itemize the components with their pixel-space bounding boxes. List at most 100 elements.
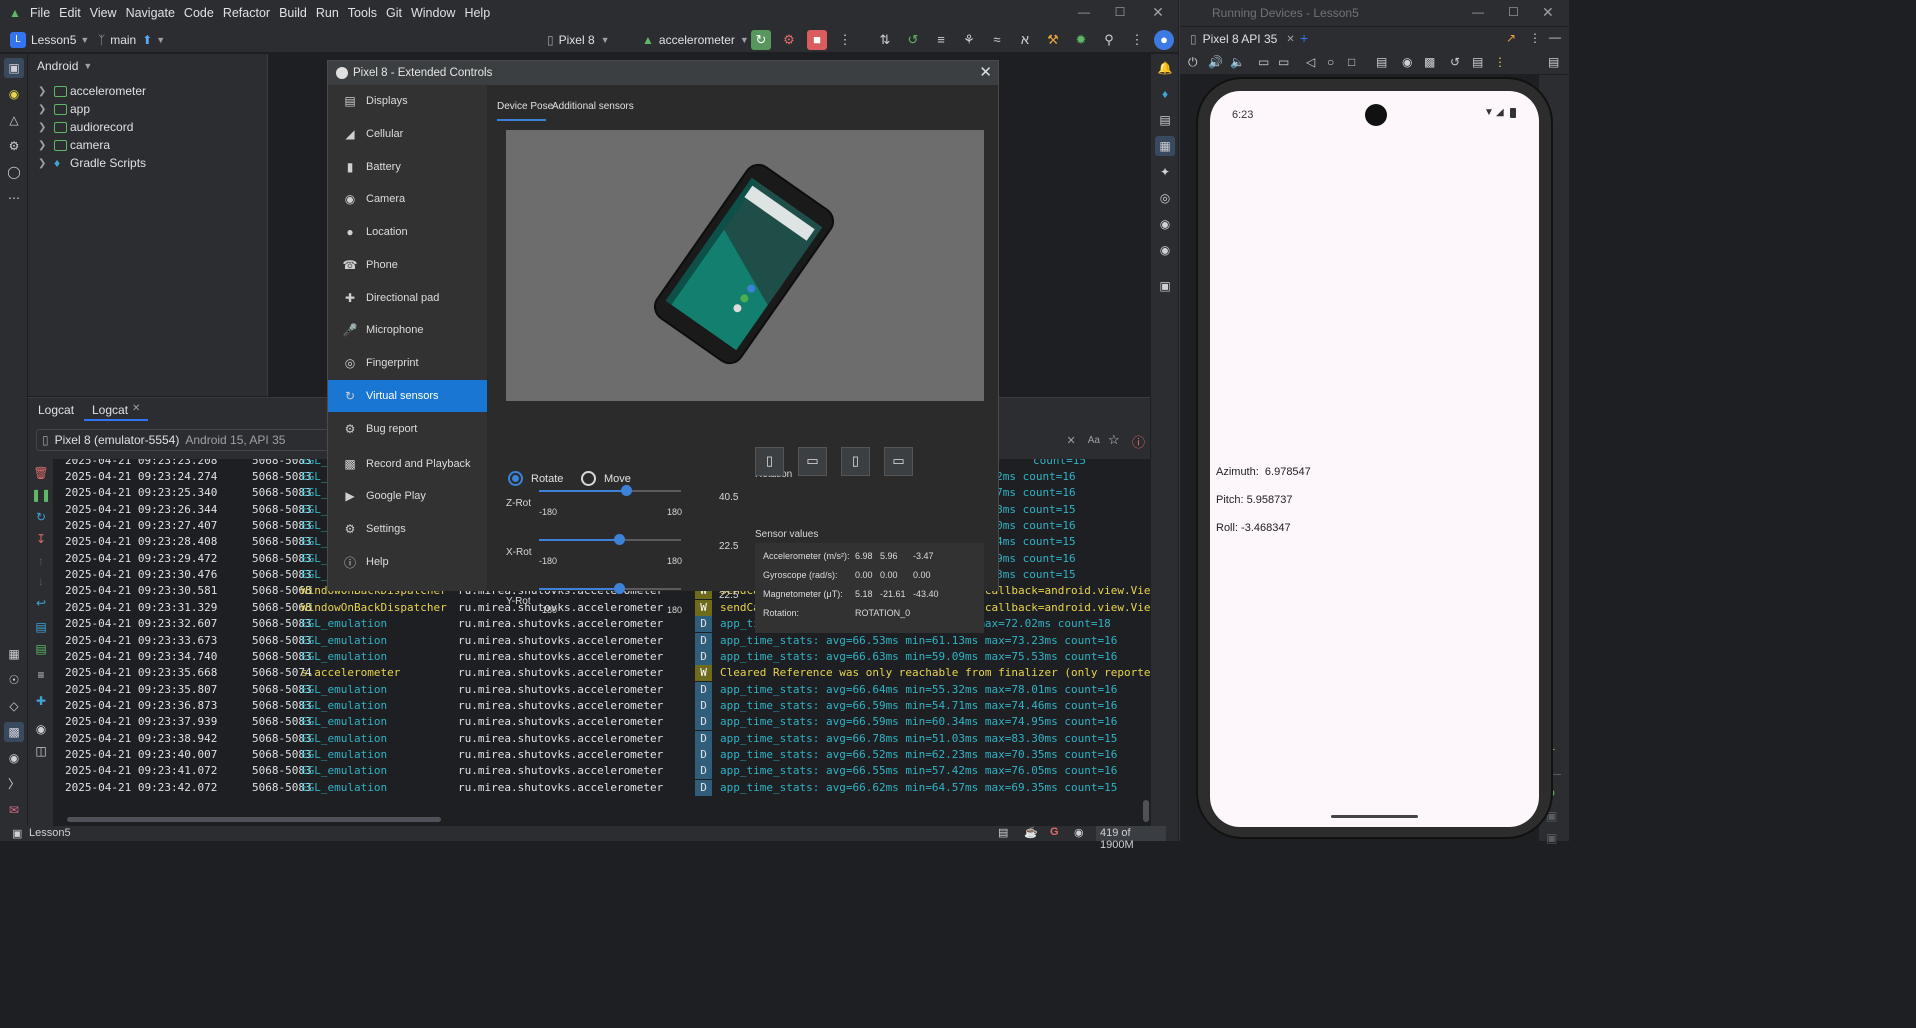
running-devices-icon[interactable]: ▦ (1155, 136, 1175, 156)
menu-tools[interactable]: Tools (348, 6, 377, 20)
menu-window[interactable]: Window (411, 6, 455, 20)
up-icon[interactable]: ↑ (31, 551, 51, 571)
sidebar-item-google-play[interactable]: ▶ Google Play (328, 480, 487, 512)
menu-git[interactable]: Git (386, 6, 402, 20)
chevron-right-icon[interactable]: ❯ (38, 104, 54, 115)
terminal-icon[interactable]: 〉 (4, 774, 24, 794)
ai-assistant-icon[interactable]: ✹ (1071, 30, 1091, 50)
screenshot-icon[interactable]: ◉ (31, 719, 51, 739)
menu-view[interactable]: View (90, 6, 117, 20)
help-icon[interactable]: ⓘ (1132, 432, 1145, 451)
status-coffee-icon[interactable]: ☕ (1024, 826, 1038, 839)
sidebar-item-camera[interactable]: ◉ Camera (328, 183, 487, 215)
menu-file[interactable]: File (30, 6, 50, 20)
record-icon[interactable]: ◫ (31, 741, 51, 761)
avatar[interactable]: ● (1154, 30, 1174, 50)
translate-icon[interactable]: א (1015, 30, 1035, 50)
memory-indicator[interactable]: 419 of 1900M (1096, 826, 1166, 851)
build-variants-icon[interactable]: ▦ (4, 644, 24, 664)
match-case-toggle[interactable]: Aa (1088, 435, 1100, 446)
sidebar-item-bug-report[interactable]: ⚙ Bug report (328, 413, 487, 445)
commit-icon[interactable]: ◉ (4, 84, 24, 104)
rerun-icon[interactable]: ↻ (751, 30, 771, 50)
menu-build[interactable]: Build (279, 6, 307, 20)
notifications-icon[interactable]: 🔔 (1155, 58, 1175, 78)
settings-more-icon[interactable]: ⋮ (1127, 30, 1147, 50)
apply-changes-icon[interactable]: ↺ (903, 30, 923, 50)
chevron-right-icon[interactable]: ❯ (38, 122, 54, 133)
menu-refactor[interactable]: Refactor (223, 6, 270, 20)
export-icon[interactable]: ▤ (31, 639, 51, 659)
tree-item-camera[interactable]: ❯ camera (38, 136, 110, 154)
minimize-icon[interactable]: — (1076, 5, 1092, 19)
scroll-end-icon[interactable]: ↧ (31, 529, 51, 549)
gemini-icon[interactable]: ◇ (4, 696, 24, 716)
camera-icon[interactable]: ◉ (4, 748, 24, 768)
tree-item-audiorecord[interactable]: ❯ audiorecord (38, 118, 133, 136)
toolbar-more-icon[interactable]: ⋮ (1494, 55, 1506, 69)
network-icon[interactable]: ◎ (1155, 188, 1175, 208)
tab-close-icon[interactable]: ✕ (1286, 34, 1294, 45)
device-manager-icon[interactable]: ≈ (987, 30, 1007, 50)
gradle-tool-icon[interactable]: ♦ (1155, 84, 1175, 104)
layout-inspector-icon[interactable]: ▣ (1155, 276, 1175, 296)
tree-item-accelerometer[interactable]: ❯ accelerometer (38, 82, 146, 100)
device-pose-view[interactable] (506, 130, 984, 401)
expand-icon[interactable]: ↗ (1506, 31, 1516, 45)
rotation-landscape-button[interactable]: ▭ (798, 447, 827, 476)
more-icon[interactable]: ⋮ (835, 30, 855, 50)
search-icon[interactable]: ⚲ (1099, 30, 1119, 50)
device-tab[interactable]: ▯ Pixel 8 API 35 ✕ (1190, 32, 1295, 46)
menu-code[interactable]: Code (184, 6, 214, 20)
reset-icon[interactable]: ↺ (1450, 55, 1460, 69)
debug-icon[interactable]: ⚙ (779, 30, 799, 50)
bug-icon[interactable]: ⚘ (959, 30, 979, 50)
format-icon[interactable]: ▤ (31, 617, 51, 637)
rotate-left-icon[interactable]: ▭ (1258, 55, 1269, 69)
sparkle-icon[interactable]: ✦ (1155, 162, 1175, 182)
slider-knob[interactable] (620, 485, 632, 496)
stop-icon[interactable]: ■ (807, 30, 827, 50)
tab-device-pose[interactable]: Device Pose (497, 101, 553, 112)
list-icon[interactable]: ≡ (31, 665, 51, 685)
profiler-icon[interactable]: ≡ (931, 30, 951, 50)
sidebar-item-phone[interactable]: ☎ Phone (328, 249, 487, 281)
back-icon[interactable]: ◁ (1306, 55, 1315, 69)
run-config-selector[interactable]: ▲ accelerometer ▼ (642, 31, 749, 49)
home-icon[interactable]: ○ (1327, 55, 1334, 69)
sidebar-item-help[interactable]: ⓘ Help (328, 546, 487, 578)
rotate-right-icon[interactable]: ▭ (1278, 55, 1289, 69)
logcat-icon[interactable]: ▩ (4, 722, 24, 742)
horizontal-scrollbar[interactable] (67, 817, 441, 822)
sidebar-item-microphone[interactable]: 🎤 Microphone (328, 314, 487, 346)
rotation-reverse-portrait-button[interactable]: ▯ (841, 447, 870, 476)
volume-down-icon[interactable]: 🔈 (1230, 55, 1245, 69)
sidebar-item-directional-pad[interactable]: ✚ Directional pad (328, 282, 487, 314)
menu-run[interactable]: Run (316, 6, 339, 20)
hide-icon[interactable]: — (1549, 30, 1561, 44)
google-icon[interactable]: G (1050, 826, 1059, 838)
close-icon[interactable]: ✕ (1542, 4, 1554, 21)
project-widget[interactable]: L Lesson5 ▼ (10, 31, 89, 49)
sidebar-item-record-and-playback[interactable]: ▩ Record and Playback (328, 448, 487, 480)
tab-logcat-title[interactable]: Logcat (38, 403, 74, 417)
tree-item-gradle-scripts[interactable]: ❯ ♦ Gradle Scripts (38, 154, 146, 172)
tab-logcat[interactable]: Logcat (92, 403, 128, 417)
github-icon[interactable]: ◯ (4, 162, 24, 182)
wifi-pairing-icon[interactable]: ▤ (1548, 55, 1559, 69)
eye-icon[interactable]: ◉ (1074, 826, 1084, 839)
down-icon[interactable]: ↓ (31, 571, 51, 591)
close-icon[interactable]: ✕ (1150, 4, 1166, 21)
resource-manager-icon[interactable]: △ (4, 110, 24, 130)
device-selector[interactable]: ▯ Pixel 8 ▼ (547, 31, 610, 49)
maximize-icon[interactable]: ☐ (1112, 5, 1128, 19)
clear-logcat-icon[interactable]: 🗑 (31, 463, 51, 483)
app-inspection-icon[interactable]: ☉ (4, 670, 24, 690)
device-screen[interactable]: 6:23 ▼ ◢ Azimuth: 6.978547 Pitch: 5.9587… (1210, 91, 1539, 827)
sidebar-item-virtual-sensors[interactable]: ↻ Virtual sensors (328, 380, 487, 412)
menu-help[interactable]: Help (464, 6, 490, 20)
menu-navigate[interactable]: Navigate (126, 6, 175, 20)
device-state-icon[interactable]: ▤ (1376, 55, 1387, 69)
more-icon[interactable]: ⋮ (1529, 31, 1541, 45)
status-project[interactable]: Lesson5 (29, 827, 71, 839)
